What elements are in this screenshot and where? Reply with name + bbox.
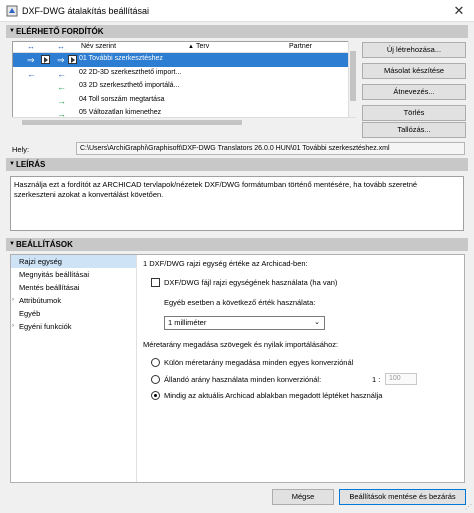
import-arrow-icon: ←	[57, 68, 66, 79]
nav-item-label: Mentés beállításai	[19, 283, 80, 292]
scale-fixed-radio[interactable]	[151, 375, 160, 384]
nav-item-other[interactable]: Egyéb	[11, 307, 136, 320]
translator-row[interactable]: ← 03 2D szerkeszthető importálá...	[13, 80, 355, 94]
section-available-translators[interactable]: ▼ ELÉRHETŐ FORDÍTÓK	[6, 25, 468, 38]
import-arrow-icon: ←	[27, 68, 36, 79]
bidirectional-arrow-icon: ↔	[57, 42, 65, 51]
chevron-down-icon: ⌄	[314, 319, 320, 326]
unit-heading: 1 DXF/DWG rajzi egység értéke az Archica…	[143, 259, 308, 268]
translator-row[interactable]: → 04 Toll sorszám megtartása	[13, 94, 355, 108]
nav-item-label: Egyéni funkciók	[19, 322, 72, 331]
translator-name: 05 Változatlan kimenethez	[79, 109, 162, 116]
collapse-triangle-icon: ▼	[9, 28, 15, 34]
translator-row[interactable]: ← ← 02 2D-3D szerkeszthető import...	[13, 67, 355, 81]
nav-item-label: Megnyitás beállításai	[19, 270, 90, 279]
section-description[interactable]: ▼ LEÍRÁS	[6, 158, 468, 171]
new-translator-button[interactable]: Új létrehozása...	[362, 42, 466, 58]
expand-chevron-icon[interactable]: ›	[12, 294, 14, 307]
ratio-prefix: 1 :	[372, 375, 381, 384]
location-label: Hely:	[12, 145, 30, 154]
settings-nav: Rajzi egység Megnyitás beállításai Menté…	[11, 255, 137, 482]
nav-item-custom-functions[interactable]: › Egyéni funkciók	[11, 320, 136, 333]
unit-dropdown[interactable]: 1 milliméter ⌄	[164, 316, 325, 330]
scale-fixed-label: Állandó arány használata minden konverzi…	[164, 375, 322, 384]
scale-window-radio[interactable]	[151, 391, 160, 400]
collapse-triangle-icon: ▼	[9, 161, 15, 167]
horizontal-scrollbar[interactable]	[12, 117, 356, 127]
use-file-unit-label: DXF/DWG fájl rajzi egységének használata…	[164, 278, 338, 287]
nav-item-open-settings[interactable]: Megnyitás beállításai	[11, 268, 136, 281]
column-header-plan[interactable]: Terv	[196, 43, 209, 50]
scale-each-label: Külön méretarány megadása minden egyes k…	[164, 358, 354, 367]
translator-name: 03 2D szerkeszthető importálá...	[79, 82, 180, 89]
nav-item-label: Rajzi egység	[19, 257, 62, 266]
export-arrow-icon: ⇒	[27, 55, 35, 65]
duplicate-button[interactable]: Másolat készítése	[362, 63, 466, 79]
rename-button[interactable]: Átnevezés...	[362, 84, 466, 100]
cancel-button[interactable]: Mégse	[272, 489, 334, 505]
translator-name: 01 További szerkesztéshez	[79, 55, 163, 62]
translator-name: 02 2D-3D szerkeszthető import...	[79, 68, 182, 76]
import-arrow-icon: ←	[57, 82, 66, 92]
export-arrow-icon: ⇒	[57, 55, 65, 65]
expand-box-icon[interactable]	[68, 55, 77, 64]
expand-chevron-icon[interactable]: ›	[12, 320, 14, 333]
nav-item-attributes[interactable]: › Attribútumok	[11, 294, 136, 307]
scroll-thumb[interactable]	[22, 120, 242, 125]
settings-panel: Rajzi egység Megnyitás beállításai Menté…	[10, 254, 465, 483]
section-title: LEÍRÁS	[16, 160, 46, 169]
export-arrow-icon: →	[57, 95, 66, 106]
use-file-unit-checkbox[interactable]	[151, 278, 160, 287]
column-header-name[interactable]: Név szerint	[81, 43, 116, 50]
nav-item-save-settings[interactable]: Mentés beállításai	[11, 281, 136, 294]
section-title: BEÁLLÍTÁSOK	[16, 240, 73, 249]
vertical-scrollbar[interactable]	[348, 41, 356, 127]
column-header-partner[interactable]: Partner	[289, 43, 312, 50]
save-and-close-button[interactable]: Beállítások mentése és bezárás	[339, 489, 466, 505]
nav-item-label: Attribútumok	[19, 296, 62, 305]
translator-name: 04 Toll sorszám megtartása	[79, 95, 165, 103]
expand-box-icon[interactable]	[41, 55, 50, 64]
scale-each-radio[interactable]	[151, 358, 160, 367]
scroll-thumb[interactable]	[350, 51, 356, 101]
delete-button[interactable]: Törlés	[362, 105, 466, 121]
description-textarea[interactable]: Használja ezt a fordítót az ARCHICAD ter…	[10, 176, 464, 231]
unit-dropdown-value: 1 milliméter	[168, 318, 207, 327]
ratio-input[interactable]: 100	[385, 373, 417, 385]
section-title: ELÉRHETŐ FORDÍTÓK	[16, 27, 104, 36]
title-bar: DXF-DWG átalakítás beállításai ✕	[0, 0, 474, 22]
drawing-unit-pane: 1 DXF/DWG rajzi egység értéke az Archica…	[143, 255, 463, 482]
translator-list-header: ↔ ↔ Név szerint ▲ Terv Partner	[13, 42, 355, 53]
translator-row[interactable]: ⇒ ⇒ 01 További szerkesztéshez	[13, 53, 355, 67]
close-icon[interactable]: ✕	[444, 0, 474, 22]
collapse-triangle-icon: ▼	[9, 241, 15, 247]
dxf-dwg-app-icon	[6, 5, 18, 17]
translator-list[interactable]: ↔ ↔ Név szerint ▲ Terv Partner ⇒ ⇒ 01 To…	[12, 41, 356, 127]
window-title: DXF-DWG átalakítás beállításai	[22, 6, 150, 16]
section-settings[interactable]: ▼ BEÁLLÍTÁSOK	[6, 238, 468, 251]
browse-button[interactable]: Tallózás...	[362, 122, 466, 138]
nav-item-drawing-unit[interactable]: Rajzi egység	[11, 255, 136, 268]
resize-grip-icon[interactable]: ⋰	[465, 503, 472, 511]
bidirectional-arrow-icon: ↔	[27, 42, 35, 51]
location-path-field: C:\Users\ArchiGraphi\Graphisoft\DXF-DWG …	[76, 142, 465, 155]
scale-heading: Méretarány megadása szövegek és nyilak i…	[143, 340, 339, 349]
otherwise-label: Egyéb esetben a következő érték használa…	[164, 298, 316, 307]
nav-item-label: Egyéb	[19, 309, 41, 318]
sort-triangle-icon: ▲	[188, 44, 194, 50]
scale-window-label: Mindig az aktuális Archicad ablakban meg…	[164, 391, 383, 400]
